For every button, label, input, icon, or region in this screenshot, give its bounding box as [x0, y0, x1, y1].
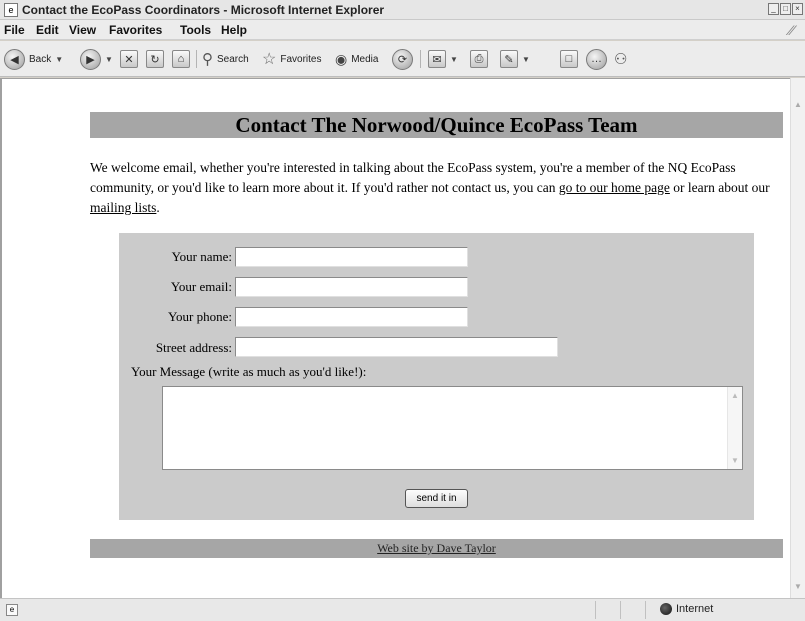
name-label: Your name:: [171, 249, 232, 264]
back-button[interactable]: ◀ Back ▼: [4, 48, 63, 70]
forward-button[interactable]: ▶ ▼: [80, 48, 113, 70]
history-icon: ⟳: [392, 48, 413, 70]
street-address-input[interactable]: [235, 337, 558, 357]
menu-help[interactable]: Help: [221, 23, 247, 37]
refresh-icon: ↻: [146, 50, 164, 68]
media-button[interactable]: ◉ Media: [335, 48, 378, 70]
mail-icon: ✉: [428, 50, 446, 68]
mailing-lists-link[interactable]: mailing lists: [90, 200, 156, 215]
stop-button[interactable]: ✕: [120, 48, 138, 70]
email-input[interactable]: [235, 277, 468, 297]
page-status-icon: e: [6, 604, 18, 616]
ie-page-icon: e: [4, 3, 18, 17]
mail-button[interactable]: ✉ ▼: [428, 48, 458, 70]
menu-edit[interactable]: Edit: [36, 23, 59, 37]
chevron-down-icon[interactable]: ▼: [55, 55, 63, 64]
intro-end-text: .: [156, 200, 160, 215]
scroll-up-arrow-icon[interactable]: ▲: [731, 391, 739, 400]
zone-label: Internet: [676, 603, 714, 615]
chevron-down-icon[interactable]: ▼: [105, 55, 113, 64]
search-button[interactable]: ⚲ Search: [202, 48, 249, 70]
messenger-button[interactable]: ⚇: [614, 48, 627, 70]
star-icon: ☆: [262, 51, 277, 68]
menu-favorites[interactable]: Favorites: [109, 23, 162, 37]
phone-label: Your phone:: [167, 309, 232, 324]
window-title: Contact the EcoPass Coordinators - Micro…: [22, 3, 385, 17]
menu-view[interactable]: View: [69, 23, 96, 37]
email-label: Your email:: [170, 279, 232, 294]
browser-window: e Contact the EcoPass Coordinators - Mic…: [0, 0, 805, 621]
print-button[interactable]: ⎙: [470, 48, 488, 70]
history-button[interactable]: ⟳: [392, 48, 413, 70]
media-label: Media: [351, 53, 379, 65]
chevron-down-icon[interactable]: ▼: [450, 55, 458, 64]
toolbar: ◀ Back ▼ ▶ ▼ ✕ ↻ ⌂ ⚲ Search ☆ Favorites …: [0, 41, 805, 77]
print-icon: ⎙: [470, 50, 488, 68]
scroll-down-arrow-icon[interactable]: ▼: [793, 582, 803, 592]
chevron-down-icon[interactable]: ▼: [522, 55, 530, 64]
refresh-button[interactable]: ↻: [146, 48, 164, 70]
home-button[interactable]: ⌂: [172, 48, 190, 70]
window-controls: _ □ ×: [768, 3, 803, 15]
home-page-link[interactable]: go to our home page: [559, 180, 670, 195]
chat-bubble-icon: …: [586, 48, 607, 70]
scroll-up-arrow-icon[interactable]: ▲: [793, 100, 803, 110]
scroll-down-arrow-icon[interactable]: ▼: [731, 456, 739, 465]
phone-input[interactable]: [235, 307, 468, 327]
maximize-button[interactable]: □: [780, 3, 791, 15]
minimize-button[interactable]: _: [768, 3, 779, 15]
status-pane-divider: [645, 601, 646, 619]
search-label: Search: [217, 53, 249, 65]
status-pane-divider: [620, 601, 621, 619]
message-scrollbar[interactable]: ▲ ▼: [727, 387, 742, 469]
message-label: Your Message (write as much as you'd lik…: [131, 364, 367, 379]
name-input[interactable]: [235, 247, 468, 267]
globe-icon: [660, 603, 672, 615]
street-address-label: Street address:: [155, 340, 232, 355]
menu-tools[interactable]: Tools: [180, 23, 211, 37]
search-icon: ⚲: [202, 51, 213, 68]
vertical-scrollbar[interactable]: ▲ ▼: [790, 78, 805, 598]
page-heading: Contact The Norwood/Quince EcoPass Team: [90, 112, 783, 138]
status-pane-divider: [595, 601, 596, 619]
edit-button[interactable]: ✎ ▼: [500, 48, 530, 70]
status-bar: e Internet: [0, 598, 805, 621]
menu-bar: File Edit View Favorites Tools Help ⁄⁄: [0, 20, 805, 40]
messenger-icon: ⚇: [614, 51, 628, 68]
forward-arrow-icon: ▶: [80, 48, 101, 70]
stop-icon: ✕: [120, 50, 138, 68]
discuss-icon: □: [560, 50, 578, 68]
home-icon: ⌂: [172, 50, 190, 68]
discuss-button[interactable]: □: [560, 48, 578, 70]
back-arrow-icon: ◀: [4, 48, 25, 70]
message-textarea[interactable]: ▲ ▼: [162, 386, 743, 470]
menu-file[interactable]: File: [4, 23, 25, 37]
footer-credit-link[interactable]: Web site by Dave Taylor: [377, 541, 496, 555]
edit-icon: ✎: [500, 50, 518, 68]
footer-bar: Web site by Dave Taylor: [90, 539, 783, 558]
send-it-in-button[interactable]: send it in: [405, 489, 468, 508]
toolbar-separator: [420, 50, 421, 68]
title-bar: e Contact the EcoPass Coordinators - Mic…: [0, 0, 805, 20]
intro-paragraph: We welcome email, whether you're interes…: [90, 158, 780, 218]
favorites-button[interactable]: ☆ Favorites: [262, 48, 321, 70]
close-button[interactable]: ×: [792, 3, 803, 15]
back-label: Back: [29, 53, 52, 65]
intro-middle-text: or learn about our: [669, 180, 770, 195]
toolbar-separator: [196, 50, 197, 68]
security-zone: Internet: [660, 603, 713, 615]
favorites-label: Favorites: [280, 53, 322, 65]
media-icon: ◉: [335, 50, 348, 67]
messenger-chat-button[interactable]: …: [586, 48, 607, 70]
windows-logo-icon: ⁄⁄: [789, 22, 795, 38]
